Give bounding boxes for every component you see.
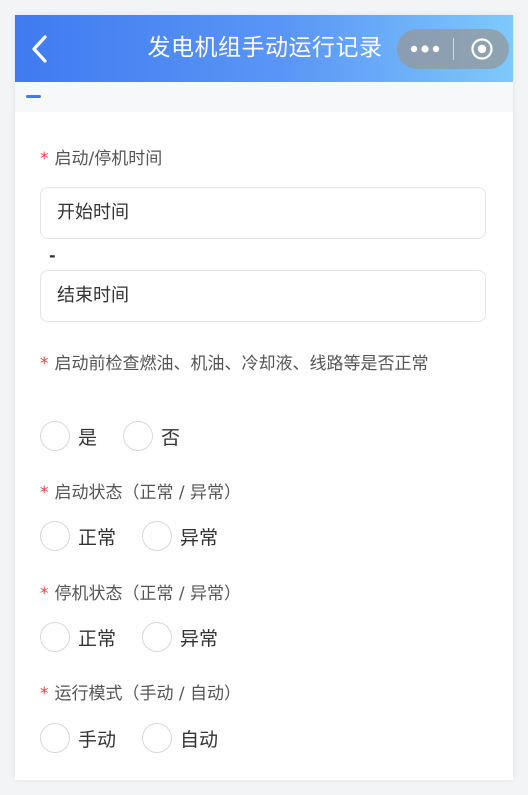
- end-time-input[interactable]: 结束时间: [40, 270, 486, 322]
- run-mode-label: * 运行模式（手动 / 自动）: [40, 682, 480, 706]
- tab-bar: [15, 82, 513, 112]
- radio-label: 手动: [78, 728, 117, 751]
- range-separator: -: [49, 246, 56, 265]
- radio-label: 否: [161, 426, 181, 449]
- app-frame: 发电机组手动运行记录 * 启动/停机时间 开始时间 - 结束时间 * 启动前检查…: [15, 15, 513, 780]
- radio-circle[interactable]: [142, 723, 173, 753]
- start-status-label-text: 启动状态（正常 / 异常）: [54, 483, 242, 503]
- radio-label: 异常: [180, 627, 219, 650]
- radio-circle[interactable]: [40, 421, 70, 451]
- stop-status-label-text: 停机状态（正常 / 异常）: [54, 584, 242, 604]
- stop-status-radio-group: 正常 异常: [40, 621, 244, 653]
- time-range-label: * 启动/停机时间: [40, 147, 480, 171]
- radio-label: 异常: [180, 526, 219, 549]
- radio-label: 正常: [78, 627, 117, 650]
- close-button[interactable]: [454, 29, 509, 69]
- start-status-radio-group: 正常 异常: [40, 520, 244, 552]
- precheck-option-yes[interactable]: 是: [40, 421, 97, 451]
- target-close-icon: [470, 38, 493, 60]
- page-title: 发电机组手动运行记录: [147, 35, 383, 61]
- required-mark: *: [40, 684, 49, 704]
- precheck-label-text: 启动前检查燃油、机油、冷却液、线路等是否正常: [54, 354, 429, 374]
- start-time-input[interactable]: 开始时间: [40, 187, 486, 239]
- required-mark: *: [40, 354, 49, 374]
- radio-circle[interactable]: [40, 521, 70, 551]
- precheck-label: * 启动前检查燃油、机油、冷却液、线路等是否正常: [40, 352, 480, 376]
- navigation-bar: 发电机组手动运行记录: [15, 15, 513, 82]
- radio-circle[interactable]: [142, 521, 173, 551]
- start-status-label: * 启动状态（正常 / 异常）: [40, 481, 480, 505]
- radio-label: 自动: [180, 728, 219, 751]
- precheck-option-no[interactable]: 否: [123, 421, 180, 451]
- run-mode-label-text: 运行模式（手动 / 自动）: [54, 684, 242, 704]
- tab-indicator: [26, 95, 41, 98]
- radio-circle[interactable]: [123, 421, 154, 451]
- more-dots-icon: [410, 45, 440, 53]
- start-status-option-abnormal[interactable]: 异常: [142, 521, 218, 551]
- precheck-radio-group: 是 否: [40, 420, 206, 452]
- required-mark: *: [40, 483, 49, 503]
- start-status-option-normal[interactable]: 正常: [40, 521, 116, 551]
- stop-status-label: * 停机状态（正常 / 异常）: [40, 582, 480, 606]
- time-range-label-text: 启动/停机时间: [54, 149, 163, 169]
- stop-status-option-normal[interactable]: 正常: [40, 622, 116, 652]
- more-button[interactable]: [397, 29, 453, 69]
- radio-label: 正常: [78, 526, 117, 549]
- radio-circle[interactable]: [40, 723, 70, 753]
- required-mark: *: [40, 584, 49, 604]
- run-mode-option-manual[interactable]: 手动: [40, 723, 116, 753]
- radio-circle[interactable]: [40, 622, 70, 652]
- mini-program-capsule: [397, 29, 509, 69]
- radio-circle[interactable]: [142, 622, 173, 652]
- run-mode-option-auto[interactable]: 自动: [142, 723, 218, 753]
- chevron-left-icon: [32, 35, 47, 63]
- required-mark: *: [40, 149, 49, 169]
- run-mode-radio-group: 手动 自动: [40, 722, 244, 754]
- radio-label: 是: [78, 426, 98, 449]
- back-button[interactable]: [25, 32, 55, 66]
- stop-status-option-abnormal[interactable]: 异常: [142, 622, 218, 652]
